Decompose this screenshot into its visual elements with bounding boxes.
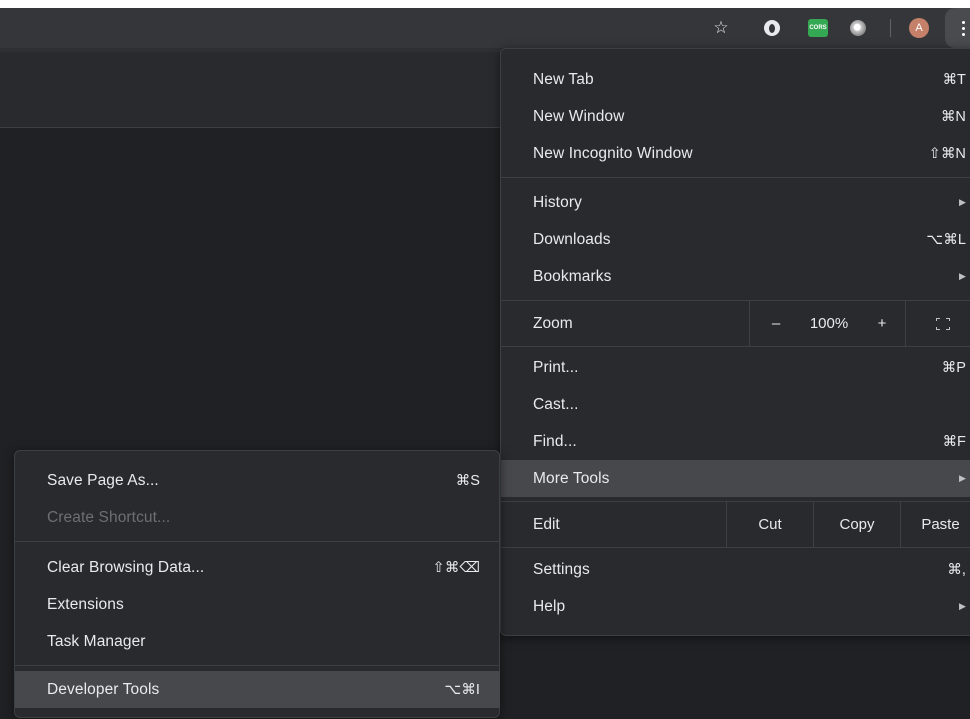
menu-item-bookmarks[interactable]: Bookmarks ▶ <box>501 258 970 295</box>
menu-item-shortcut: ⌘F <box>942 433 966 450</box>
menu-item-find[interactable]: Find... ⌘F <box>501 423 970 460</box>
zoom-divider <box>749 301 750 346</box>
chrome-main-menu: New Tab ⌘T New Window ⌘N New Incognito W… <box>500 48 970 636</box>
menu-item-label: Print... <box>533 358 579 376</box>
toolbar-divider <box>890 19 891 37</box>
menu-item-label: History <box>533 193 582 211</box>
menu-item-label: More Tools <box>533 469 610 487</box>
menu-item-label: Cast... <box>533 395 579 413</box>
menu-item-label: Extensions <box>47 595 124 613</box>
menu-item-label: Save Page As... <box>47 471 159 489</box>
menu-item-downloads[interactable]: Downloads ⌥⌘L <box>501 221 970 258</box>
menu-item-cast[interactable]: Cast... <box>501 386 970 423</box>
edit-label: Edit <box>533 516 560 533</box>
zoom-label: Zoom <box>533 315 573 332</box>
menu-item-label: Task Manager <box>47 632 146 650</box>
window-top-edge <box>0 0 970 8</box>
menu-item-new-tab[interactable]: New Tab ⌘T <box>501 61 970 98</box>
extension-ring-icon[interactable] <box>764 20 780 36</box>
menu-item-label: New Window <box>533 107 625 125</box>
menu-item-shortcut: ⌥⌘I <box>444 681 480 698</box>
menu-item-label: Help <box>533 597 566 615</box>
menu-item-more-tools[interactable]: More Tools ▶ <box>501 460 970 497</box>
extension-disc-icon[interactable] <box>850 20 866 36</box>
menu-item-shortcut: ⌥⌘L <box>926 231 966 248</box>
fullscreen-button[interactable] <box>906 301 970 346</box>
menu-item-help[interactable]: Help ▶ <box>501 588 970 625</box>
menu-item-label: New Tab <box>533 70 594 88</box>
menu-item-shortcut: ⇧⌘N <box>928 145 966 162</box>
zoom-out-button[interactable]: – <box>761 301 791 346</box>
profile-avatar[interactable]: A <box>909 18 929 38</box>
menu-item-history[interactable]: History ▶ <box>501 184 970 221</box>
zoom-level: 100% <box>809 315 849 332</box>
submenu-arrow-icon: ▶ <box>958 473 966 483</box>
more-vert-icon[interactable] <box>960 19 966 37</box>
cors-extension-icon[interactable]: CORS <box>808 19 828 37</box>
menu-item-shortcut: ⌘P <box>941 359 966 376</box>
submenu-item-save-page-as[interactable]: Save Page As... ⌘S <box>15 462 500 499</box>
menu-separator <box>501 547 970 548</box>
menu-item-new-incognito-window[interactable]: New Incognito Window ⇧⌘N <box>501 135 970 172</box>
menu-item-label: Settings <box>533 560 590 578</box>
submenu-item-task-manager[interactable]: Task Manager <box>15 623 500 660</box>
submenu-item-create-shortcut: Create Shortcut... <box>15 499 500 536</box>
menu-item-label: Bookmarks <box>533 267 612 285</box>
paste-button[interactable]: Paste <box>901 502 970 547</box>
zoom-row: Zoom – 100% + <box>501 301 970 346</box>
menu-item-label: Developer Tools <box>47 680 160 698</box>
bookmark-star-icon[interactable]: ☆ <box>711 18 731 38</box>
zoom-in-button[interactable]: + <box>867 301 897 346</box>
submenu-item-clear-browsing-data[interactable]: Clear Browsing Data... ⇧⌘⌫ <box>15 549 500 586</box>
menu-item-label: Create Shortcut... <box>47 508 171 526</box>
menu-separator <box>15 665 500 666</box>
menu-item-label: Find... <box>533 432 577 450</box>
menu-item-shortcut: ⌘T <box>942 71 966 88</box>
menu-item-settings[interactable]: Settings ⌘, <box>501 551 970 588</box>
edit-row: Edit Cut Copy Paste <box>501 502 970 547</box>
menu-item-print[interactable]: Print... ⌘P <box>501 349 970 386</box>
submenu-arrow-icon: ▶ <box>958 271 966 281</box>
menu-item-label: Downloads <box>533 230 611 248</box>
menu-item-label: New Incognito Window <box>533 144 693 162</box>
menu-separator <box>501 346 970 347</box>
menu-item-shortcut: ⌘S <box>455 472 480 489</box>
menu-button[interactable] <box>945 8 970 48</box>
submenu-arrow-icon: ▶ <box>958 601 966 611</box>
menu-item-shortcut: ⌘, <box>947 561 966 578</box>
menu-separator <box>15 541 500 542</box>
fullscreen-icon <box>936 317 950 330</box>
submenu-arrow-icon: ▶ <box>958 197 966 207</box>
menu-item-shortcut: ⌘N <box>940 108 966 125</box>
menu-item-label: Clear Browsing Data... <box>47 558 205 576</box>
copy-button[interactable]: Copy <box>814 502 900 547</box>
more-tools-submenu: Save Page As... ⌘S Create Shortcut... Cl… <box>14 450 500 718</box>
cut-button[interactable]: Cut <box>727 502 813 547</box>
menu-item-shortcut: ⇧⌘⌫ <box>432 559 480 576</box>
menu-item-new-window[interactable]: New Window ⌘N <box>501 98 970 135</box>
menu-separator <box>501 177 970 178</box>
submenu-item-developer-tools[interactable]: Developer Tools ⌥⌘I <box>15 671 500 708</box>
submenu-item-extensions[interactable]: Extensions <box>15 586 500 623</box>
